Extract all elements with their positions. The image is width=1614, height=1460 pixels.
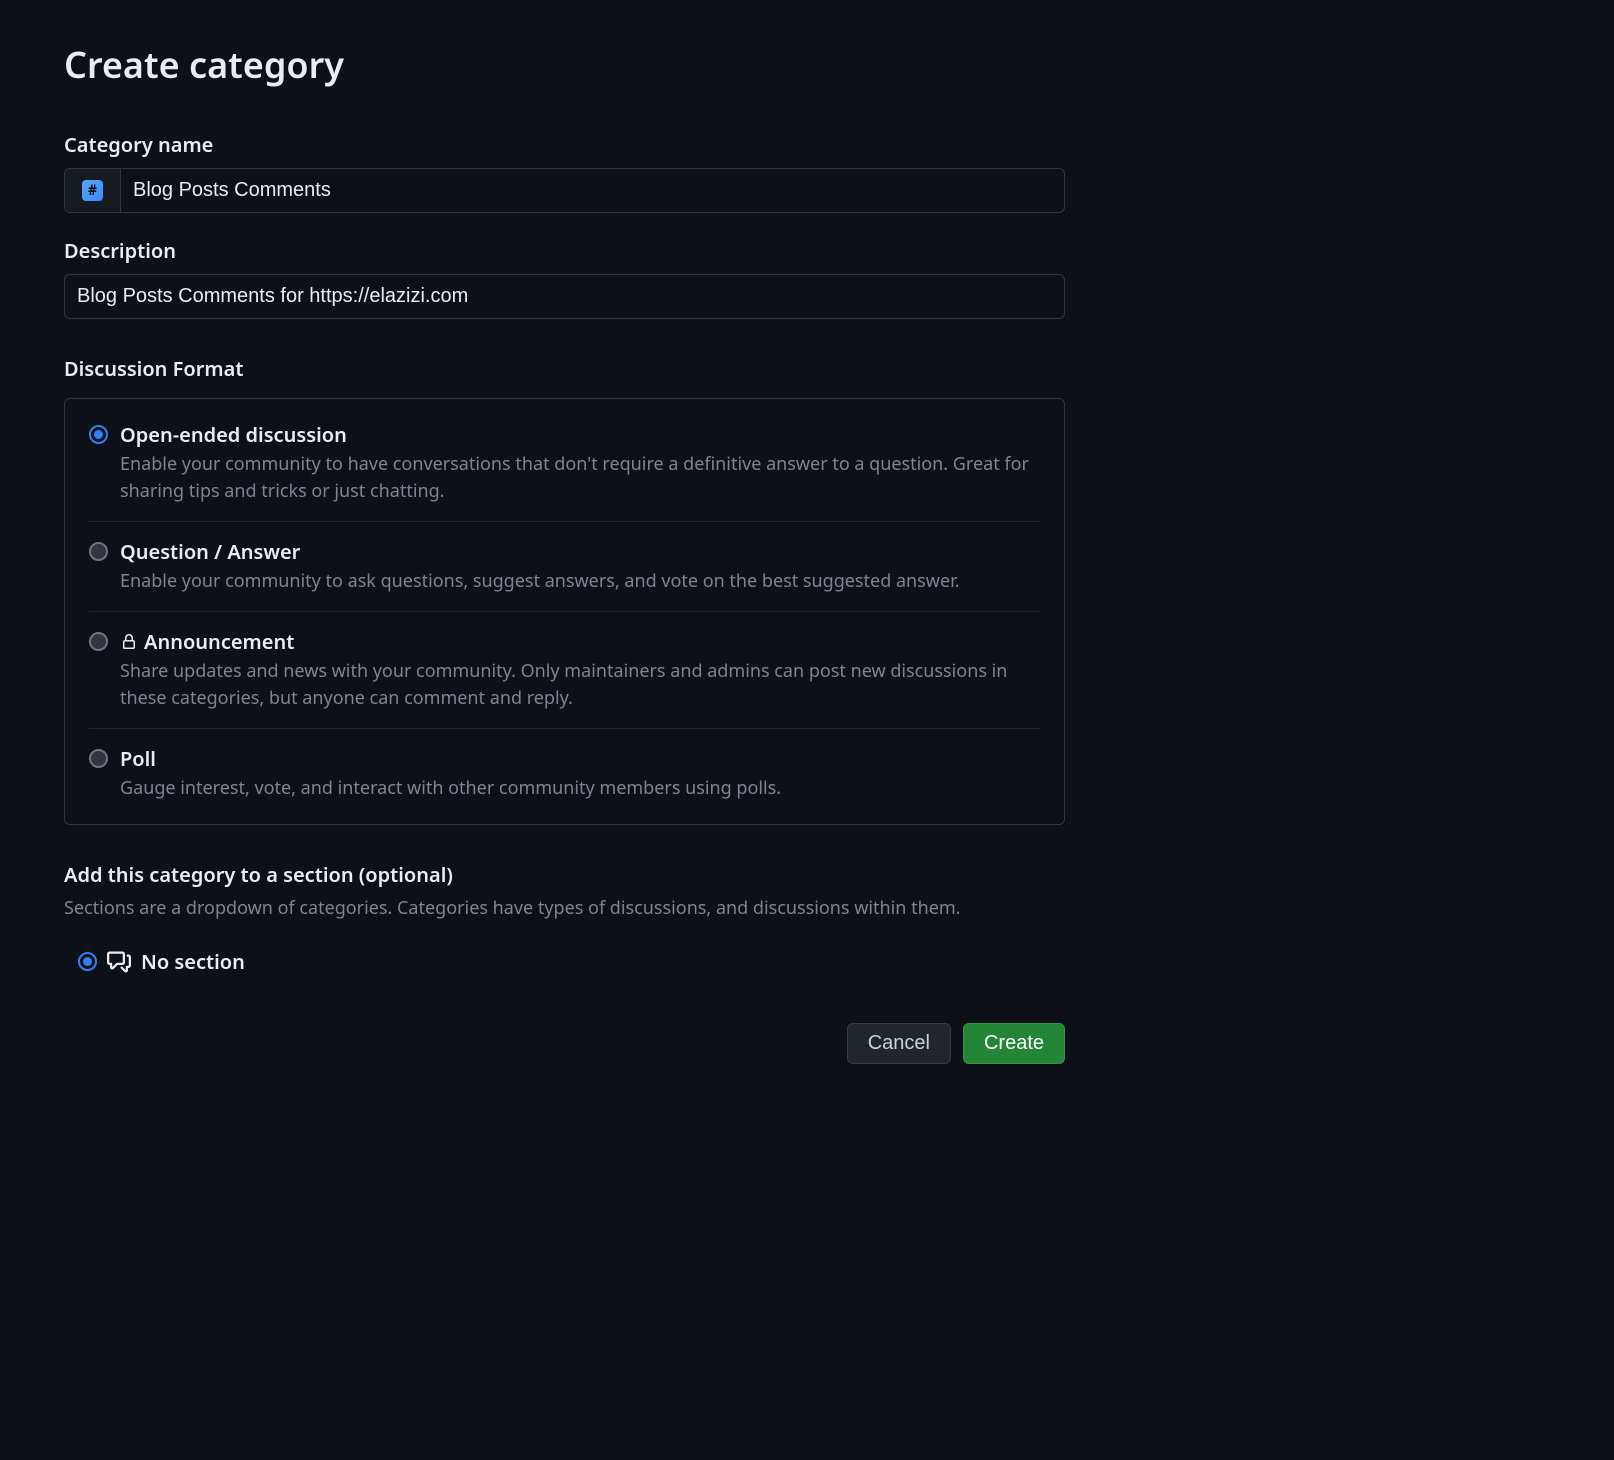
option-content: Poll Gauge interest, vote, and interact … — [120, 745, 1040, 802]
option-desc: Share updates and news with your communi… — [120, 658, 1040, 712]
format-option-poll[interactable]: Poll Gauge interest, vote, and interact … — [89, 729, 1040, 804]
emoji-picker-button[interactable]: # — [65, 169, 121, 212]
radio-button[interactable] — [89, 542, 108, 561]
format-option-qa[interactable]: Question / Answer Enable your community … — [89, 522, 1040, 612]
format-option-open-ended[interactable]: Open-ended discussion Enable your commun… — [89, 419, 1040, 522]
description-label: Description — [64, 237, 1065, 264]
option-content: Question / Answer Enable your community … — [120, 538, 1040, 595]
category-name-input[interactable] — [121, 169, 1064, 212]
option-content: Open-ended discussion Enable your commun… — [120, 421, 1040, 505]
footer-actions: Cancel Create — [64, 1023, 1065, 1064]
category-name-group: Category name # — [64, 131, 1065, 213]
discussion-format-box: Open-ended discussion Enable your commun… — [64, 398, 1065, 825]
category-name-input-wrapper: # — [64, 168, 1065, 213]
option-desc: Gauge interest, vote, and interact with … — [120, 775, 1040, 802]
radio-button[interactable] — [89, 749, 108, 768]
hash-icon: # — [82, 180, 103, 201]
discussion-format-heading: Discussion Format — [64, 355, 1065, 382]
add-section-sub: Sections are a dropdown of categories. C… — [64, 896, 1065, 920]
page-title: Create category — [64, 40, 1065, 89]
description-group: Description — [64, 237, 1065, 319]
comment-discussion-icon — [107, 950, 131, 974]
format-option-announcement[interactable]: Announcement Share updates and news with… — [89, 612, 1040, 729]
create-button[interactable]: Create — [963, 1023, 1065, 1064]
cancel-button[interactable]: Cancel — [847, 1023, 951, 1064]
category-name-label: Category name — [64, 131, 1065, 158]
description-input[interactable] — [64, 274, 1065, 319]
lock-icon — [120, 631, 138, 653]
option-desc: Enable your community to ask questions, … — [120, 568, 1040, 595]
option-title: Question / Answer — [120, 538, 300, 566]
discussion-format-section: Discussion Format Open-ended discussion … — [64, 355, 1065, 825]
add-section-block: Add this category to a section (optional… — [64, 861, 1065, 975]
radio-button[interactable] — [78, 952, 97, 971]
option-desc: Enable your community to have conversati… — [120, 451, 1040, 505]
add-section-heading: Add this category to a section (optional… — [64, 861, 1065, 888]
section-option-none[interactable]: No section — [64, 948, 1065, 975]
option-title: Poll — [120, 745, 156, 773]
option-content: Announcement Share updates and news with… — [120, 628, 1040, 712]
radio-button[interactable] — [89, 425, 108, 444]
option-title: Open-ended discussion — [120, 421, 347, 449]
radio-button[interactable] — [89, 632, 108, 651]
option-title: Announcement — [144, 628, 294, 656]
section-option-label: No section — [141, 948, 245, 975]
